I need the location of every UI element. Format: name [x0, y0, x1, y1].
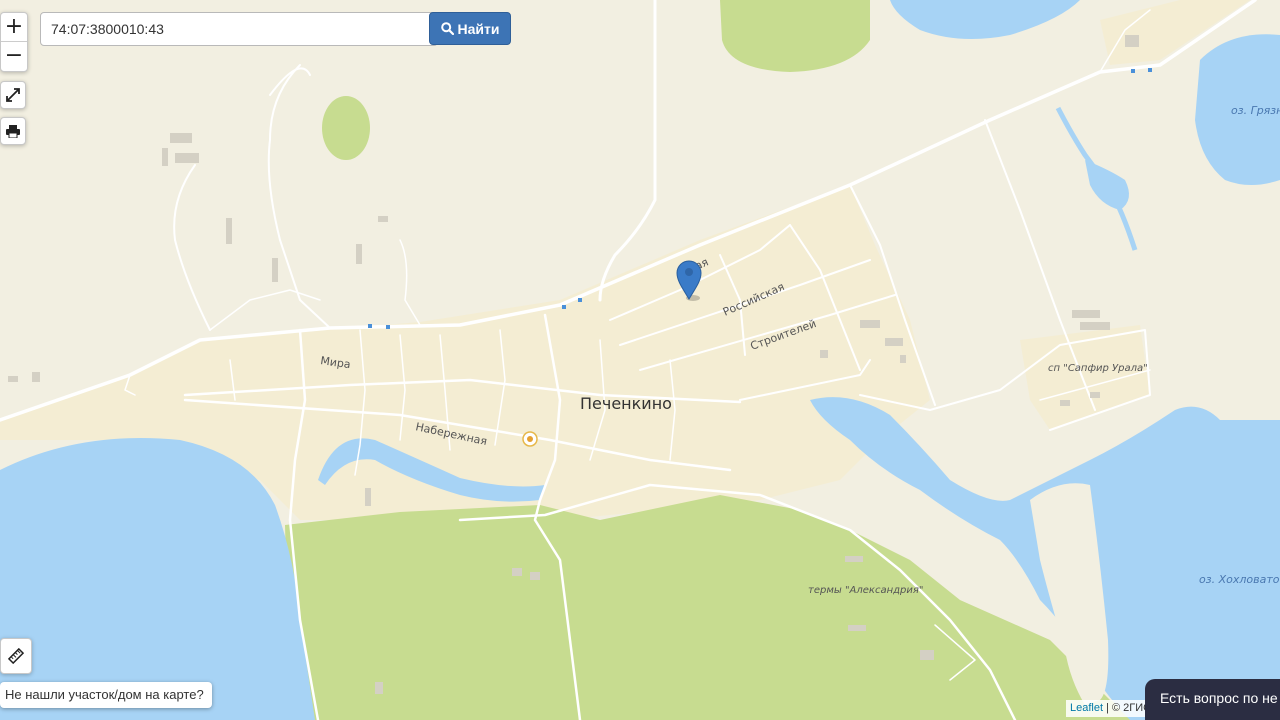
search-button[interactable]: Найти [429, 12, 511, 45]
not-found-link[interactable]: Не нашли участок/дом на карте? [0, 682, 212, 708]
zoom-out-button[interactable]: − [1, 41, 27, 70]
ruler-icon [8, 648, 24, 664]
settlement-label: Печенкино [580, 394, 672, 413]
measure-button[interactable] [0, 638, 32, 674]
lake-gryaznoe-label: оз. Грязн [1231, 104, 1280, 117]
ask-question-button[interactable]: Есть вопрос по не [1145, 679, 1280, 720]
terms-label: термы "Александрия" [808, 585, 924, 596]
sp-sapfir-label: сп "Сапфир Урала" [1048, 363, 1148, 374]
poi-icon[interactable] [522, 431, 538, 447]
print-icon [6, 124, 20, 138]
forest-small [322, 96, 370, 160]
map-attribution: Leaflet | © 2ГИС [1066, 700, 1156, 717]
fullscreen-button[interactable] [0, 81, 26, 109]
attribution-separator: | [1103, 702, 1113, 714]
expand-icon [6, 88, 20, 102]
search-button-label: Найти [457, 20, 500, 37]
search-icon [440, 22, 454, 35]
zoom-control: + − [0, 12, 28, 72]
cadastral-search-input[interactable] [40, 12, 438, 46]
lake-khokhlovatoe-label: оз. Хохловато [1199, 573, 1280, 586]
leaflet-link[interactable]: Leaflet [1070, 702, 1103, 714]
map-canvas[interactable]: Печенкино Мира Набережная Российская Стр… [0, 0, 1280, 720]
zoom-in-button[interactable]: + [1, 13, 27, 41]
print-button[interactable] [0, 117, 26, 145]
